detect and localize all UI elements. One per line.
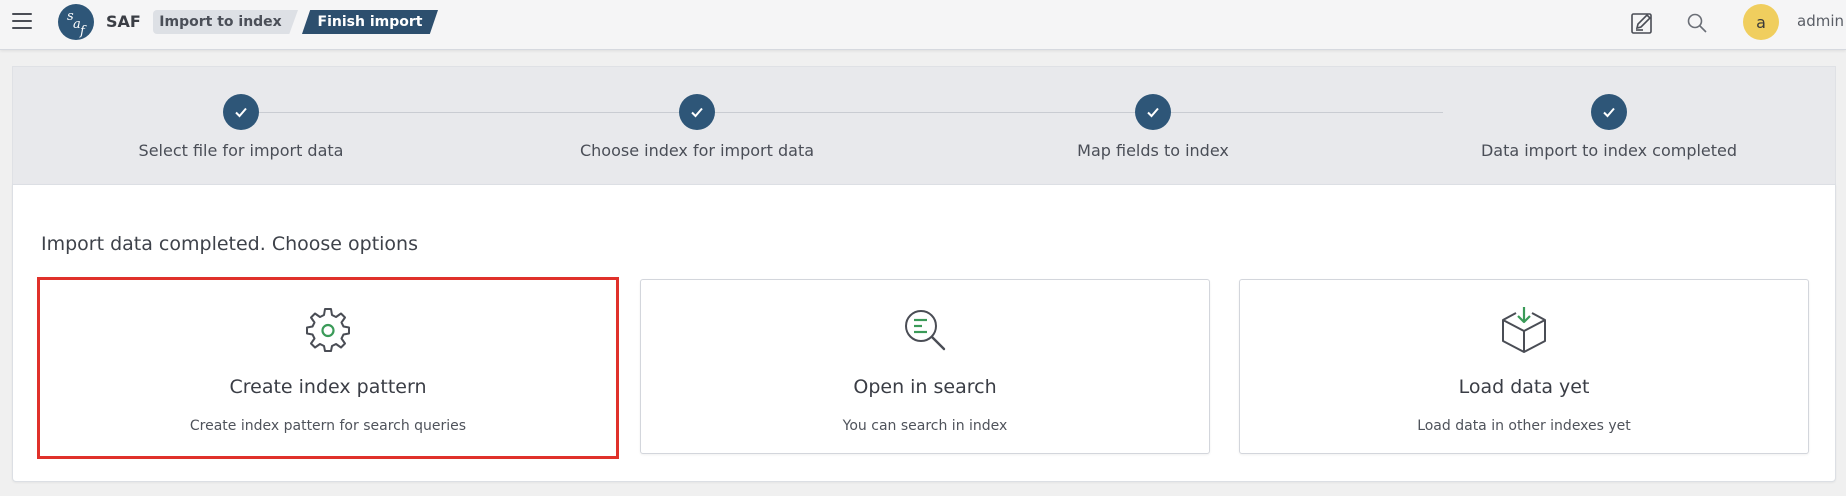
breadcrumb-finish-import[interactable]: Finish import bbox=[302, 10, 438, 34]
step-3-check-icon[interactable] bbox=[1135, 94, 1171, 130]
option-load-data-yet[interactable]: Load data yet Load data in other indexes… bbox=[1239, 279, 1809, 454]
step-2-label: Choose index for import data bbox=[579, 141, 815, 160]
option-title: Create index pattern bbox=[229, 376, 427, 398]
step-4-check-icon[interactable] bbox=[1591, 94, 1627, 130]
hamburger-menu-icon[interactable] bbox=[12, 13, 32, 29]
edit-note-icon[interactable] bbox=[1629, 10, 1655, 36]
step-2-check-icon[interactable] bbox=[679, 94, 715, 130]
top-header: s a f SAF Import to index Finish import … bbox=[0, 0, 1846, 50]
option-title: Load data yet bbox=[1458, 376, 1590, 398]
step-1-check-icon[interactable] bbox=[223, 94, 259, 130]
user-avatar[interactable]: a bbox=[1743, 4, 1779, 40]
step-4-label: Data import to index completed bbox=[1480, 141, 1738, 160]
option-description: Load data in other indexes yet bbox=[1417, 418, 1631, 434]
gear-icon bbox=[302, 304, 354, 356]
username[interactable]: admin bbox=[1797, 12, 1844, 30]
step-1-label: Select file for import data bbox=[138, 141, 344, 160]
breadcrumb-import-to-index[interactable]: Import to index bbox=[153, 10, 298, 34]
box-download-icon bbox=[1498, 304, 1550, 356]
import-complete-panel: Import data completed. Choose options Cr… bbox=[12, 184, 1836, 482]
option-description: You can search in index bbox=[842, 418, 1008, 434]
option-open-in-search[interactable]: Open in search You can search in index bbox=[640, 279, 1210, 454]
option-create-index-pattern[interactable]: Create index pattern Create index patter… bbox=[37, 277, 619, 459]
option-description: Create index pattern for search queries bbox=[189, 418, 467, 434]
svg-text:f: f bbox=[79, 24, 87, 39]
saf-logo-icon[interactable]: s a f bbox=[58, 4, 94, 40]
import-steps: Select file for import data Choose index… bbox=[12, 66, 1836, 184]
option-title: Open in search bbox=[853, 376, 997, 398]
document-search-icon bbox=[899, 304, 951, 356]
steps-connector-line bbox=[241, 112, 1443, 113]
search-icon[interactable] bbox=[1684, 10, 1710, 36]
app-name: SAF bbox=[106, 12, 141, 31]
step-3-label: Map fields to index bbox=[1077, 141, 1229, 160]
panel-title: Import data completed. Choose options bbox=[41, 233, 418, 255]
